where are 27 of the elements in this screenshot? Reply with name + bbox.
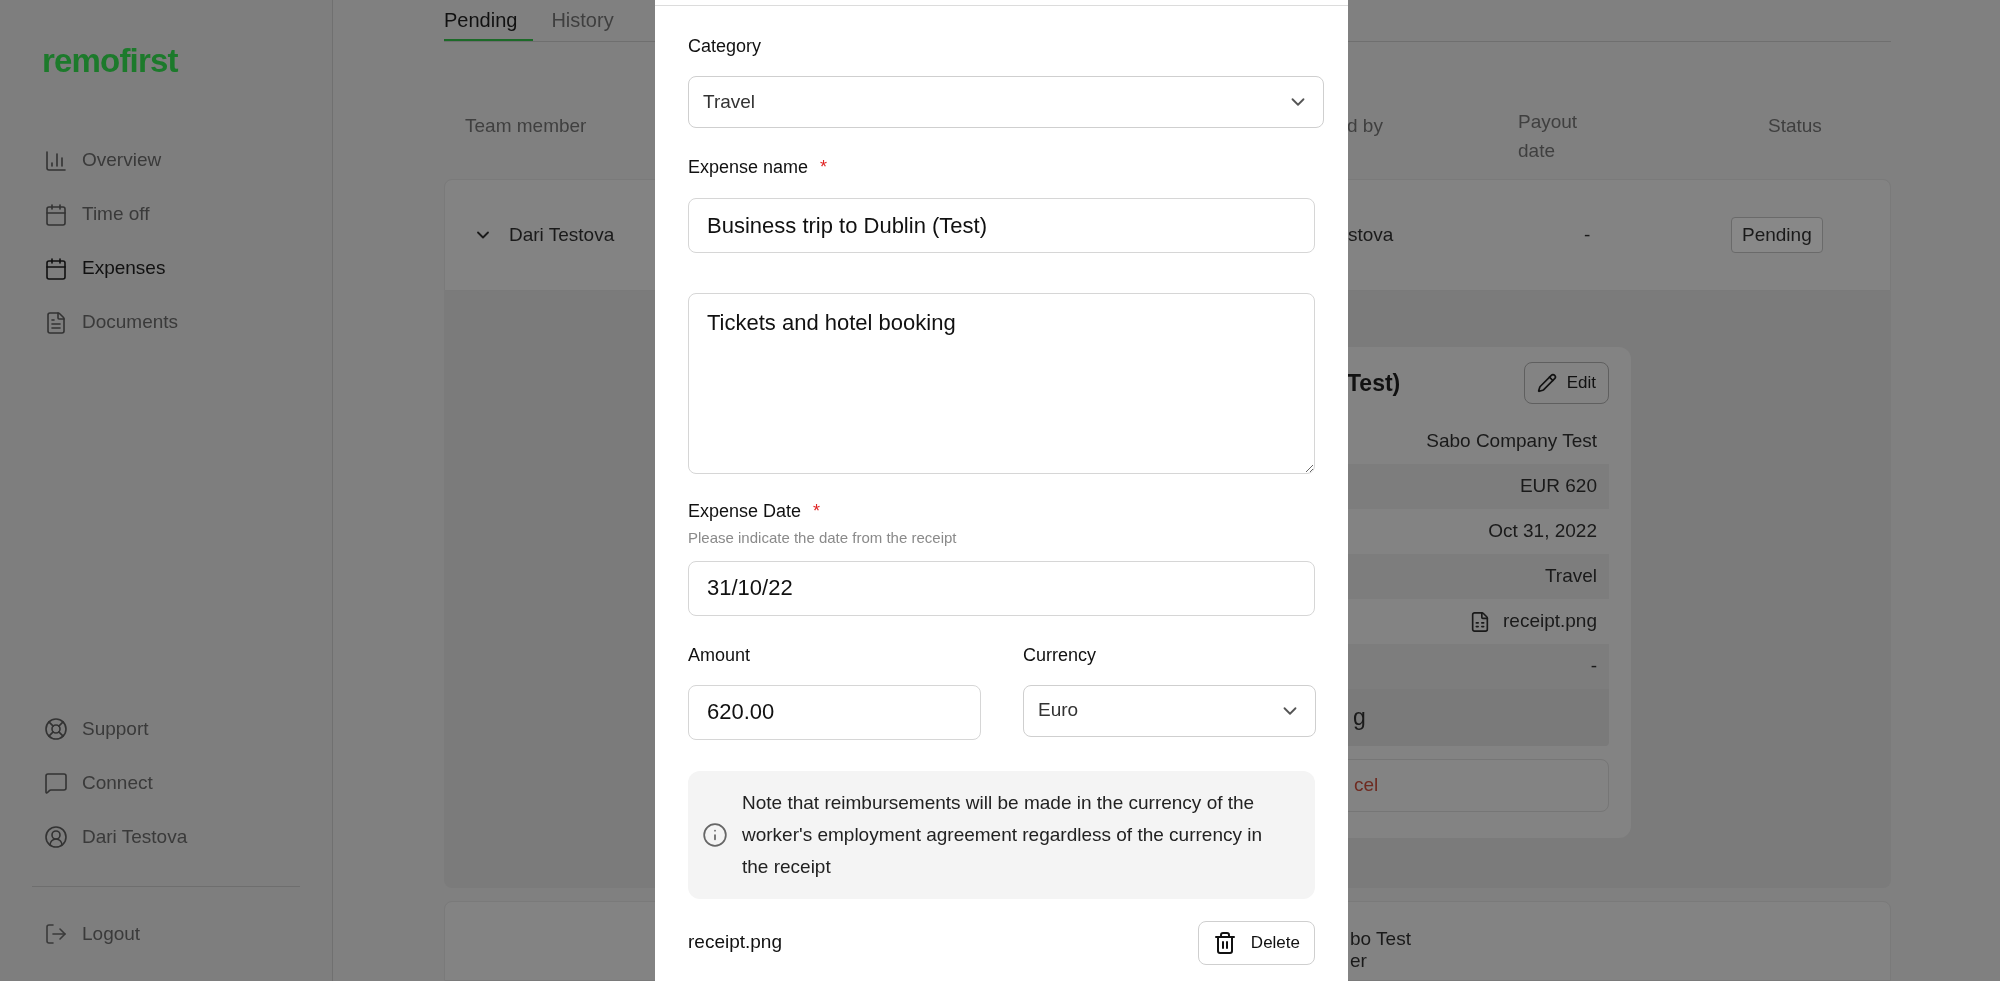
table-cell: stova	[1348, 223, 1394, 245]
note-text: Note that reimbursements will be made in the currency of the worker's employment agreement regardless of the currency in the receipt	[742, 790, 1264, 879]
table-cell: er	[1350, 950, 1367, 973]
detail-value: Travel	[1544, 564, 1597, 589]
column-header: d by	[1347, 114, 1383, 136]
detail-value: -	[1590, 654, 1597, 679]
attachment-name: receipt.png	[688, 930, 782, 955]
field-hint: Please indicate the date from the receipt	[688, 528, 958, 548]
table-cell-text: Dari Testova	[509, 222, 615, 247]
required-mark: *	[820, 156, 828, 179]
detail-title: Test)	[1347, 368, 1401, 398]
column-header: Team member	[465, 114, 587, 136]
detail-value: Oct 31, 2022	[1488, 519, 1597, 544]
field-label: Category	[688, 35, 762, 58]
detail-value: Sabo Company Test	[1426, 429, 1597, 454]
table-cell: -	[1584, 223, 1591, 245]
required-mark: *	[813, 500, 821, 523]
column-header: Payout date	[1518, 109, 1579, 163]
field-label: Currency	[1023, 643, 1097, 667]
comment-text: g	[1353, 703, 1366, 733]
detail-value: EUR 620	[1519, 474, 1597, 499]
field-label: Expense name	[688, 156, 809, 179]
status-badge: Pending	[1731, 216, 1823, 254]
table-cell: bo Test	[1350, 928, 1411, 951]
field-label: Expense Date	[688, 500, 802, 523]
column-header: Status	[1768, 114, 1822, 136]
field-label: Amount	[688, 643, 751, 667]
